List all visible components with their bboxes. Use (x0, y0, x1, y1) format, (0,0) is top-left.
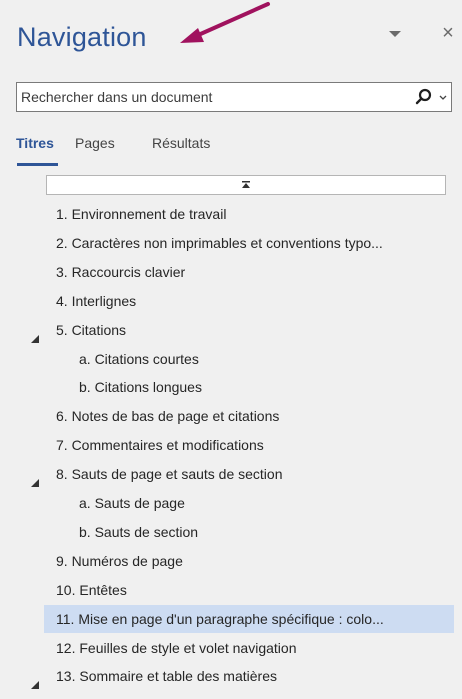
tab-titres[interactable]: Titres (16, 135, 54, 151)
heading-label: 8. Sauts de page et sauts de section (56, 466, 283, 483)
heading-item[interactable]: 11. Mise en page d'un paragraphe spécifi… (44, 604, 454, 633)
heading-label: 4. Interlignes (56, 292, 137, 309)
heading-item[interactable]: 10. Entêtes (44, 576, 454, 604)
heading-item[interactable]: 4. Interlignes (44, 287, 454, 315)
tab-pages[interactable]: Pages (75, 135, 115, 151)
heading-label: 7. Commentaires et modifications (56, 437, 264, 454)
heading-subitem[interactable]: a. Citations courtes (44, 345, 454, 373)
heading-item[interactable]: 9. Numéros de page (44, 547, 454, 575)
heading-label: 13. Sommaire et table des matières (56, 668, 277, 685)
heading-label: a. Sauts de page (79, 495, 185, 511)
heading-label: b. Citations longues (79, 379, 202, 396)
search-icon[interactable] (413, 83, 435, 111)
heading-subitem[interactable]: b. Citations longues (44, 373, 454, 401)
heading-item[interactable]: 7. Commentaires et modifications (44, 431, 454, 459)
heading-label: 6. Notes de bas de page et citations (56, 408, 280, 425)
heading-label: a. Citations courtes (79, 350, 199, 367)
heading-item[interactable]: 5. Citations (31, 316, 454, 344)
close-icon[interactable]: × (439, 22, 457, 44)
heading-subitem[interactable]: b. Sauts de section (44, 518, 454, 546)
navigation-pane: Navigation × Titres Pages Résultats 1. E… (0, 0, 462, 690)
heading-item[interactable]: 13. Sommaire et table des matières (31, 662, 454, 690)
tab-resultats[interactable]: Résultats (152, 135, 210, 151)
heading-item[interactable]: 1. Environnement de travail (44, 200, 454, 228)
search-input[interactable] (17, 83, 413, 111)
expand-triangle-icon[interactable] (30, 671, 40, 690)
heading-label: 12. Feuilles de style et volet navigatio… (56, 639, 297, 656)
pane-options-chevron-down-icon[interactable] (388, 29, 402, 39)
collapse-all-icon (242, 181, 250, 188)
heading-label: 5. Citations (56, 321, 127, 338)
heading-label: 10. Entêtes (56, 581, 127, 598)
pane-title: Navigation (17, 22, 147, 52)
collapse-all-button[interactable] (46, 175, 446, 195)
heading-item[interactable]: 12. Feuilles de style et volet navigatio… (44, 634, 454, 662)
heading-label: 3. Raccourcis clavier (56, 263, 186, 280)
search-box (16, 82, 452, 112)
heading-label: 2. Caractères non imprimables et convent… (56, 234, 383, 251)
heading-subitem[interactable]: a. Sauts de page (44, 489, 454, 517)
heading-item[interactable]: 8. Sauts de page et sauts de section (31, 460, 454, 488)
expand-triangle-icon[interactable] (30, 469, 40, 488)
heading-item[interactable]: 3. Raccourcis clavier (44, 258, 454, 286)
expand-triangle-icon[interactable] (30, 325, 40, 343)
heading-label: 1. Environnement de travail (56, 206, 227, 222)
heading-label: 9. Numéros de page (56, 552, 183, 569)
heading-label: b. Sauts de section (79, 523, 199, 540)
heading-label: 11. Mise en page d'un paragraphe spécifi… (56, 610, 384, 627)
active-tab-indicator (17, 163, 58, 166)
heading-item[interactable]: 2. Caractères non imprimables et convent… (44, 229, 454, 257)
heading-item[interactable]: 6. Notes de bas de page et citations (44, 402, 454, 430)
search-options-chevron-down-icon[interactable] (435, 83, 451, 111)
